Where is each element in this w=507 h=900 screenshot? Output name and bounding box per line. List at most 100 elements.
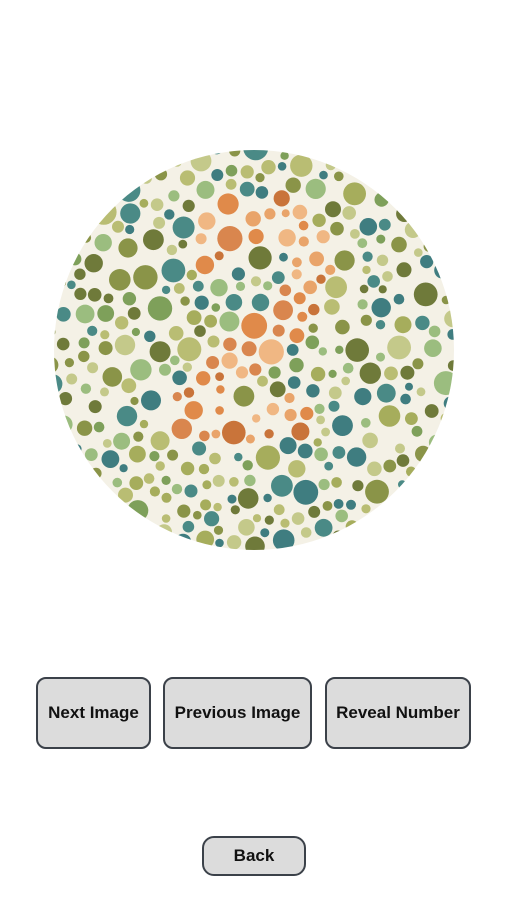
background-dot xyxy=(233,385,255,407)
figure-dot xyxy=(217,226,243,252)
background-dot xyxy=(250,276,262,287)
background-dot xyxy=(75,304,95,324)
background-dot xyxy=(279,252,288,262)
background-dot xyxy=(74,287,87,300)
background-dot xyxy=(227,494,237,504)
background-dot xyxy=(362,432,378,449)
figure-dot xyxy=(272,324,285,337)
background-dot xyxy=(424,404,439,418)
figure-dot xyxy=(235,366,249,379)
background-dot xyxy=(411,425,423,437)
background-dot xyxy=(239,181,255,197)
reveal-number-button[interactable]: Reveal Number xyxy=(325,677,471,749)
background-dot xyxy=(193,510,202,520)
figure-dot xyxy=(248,228,264,245)
background-dot xyxy=(335,345,344,354)
background-dot xyxy=(161,492,172,503)
background-dot xyxy=(56,307,71,322)
figure-dot xyxy=(258,339,284,365)
background-dot xyxy=(365,479,389,504)
back-button[interactable]: Back xyxy=(202,836,306,876)
background-dot xyxy=(335,319,350,335)
background-dot xyxy=(325,201,341,218)
figure-dot xyxy=(300,406,314,421)
background-dot xyxy=(140,172,152,184)
background-dot xyxy=(87,288,102,302)
background-dot xyxy=(98,341,113,356)
next-image-button[interactable]: Next Image xyxy=(36,677,151,749)
background-dot xyxy=(406,466,417,477)
background-dot xyxy=(150,431,170,451)
background-dot xyxy=(305,178,326,199)
background-dot xyxy=(198,463,210,475)
background-dot xyxy=(155,461,165,471)
background-dot xyxy=(255,186,269,199)
figure-dot xyxy=(184,401,203,420)
background-dot xyxy=(209,452,221,465)
background-dot xyxy=(118,238,138,258)
background-dot xyxy=(361,418,371,428)
background-dot xyxy=(325,276,347,299)
ishihara-dot-plate xyxy=(54,150,454,550)
figure-dot xyxy=(245,434,255,444)
background-dot xyxy=(354,388,372,406)
color-blindness-test-plate xyxy=(54,150,454,550)
background-dot xyxy=(161,285,171,295)
background-dot xyxy=(150,198,164,211)
background-dot xyxy=(424,339,442,357)
background-dot xyxy=(161,258,186,283)
background-dot xyxy=(168,190,180,202)
background-dot xyxy=(378,218,391,231)
background-dot xyxy=(156,524,172,540)
background-dot xyxy=(93,421,105,433)
figure-dot xyxy=(293,292,306,305)
background-dot xyxy=(306,384,320,398)
figure-dot xyxy=(222,420,246,445)
background-dot xyxy=(91,199,117,225)
background-dot xyxy=(131,327,140,337)
figure-dot xyxy=(199,430,210,442)
background-dot xyxy=(272,529,295,550)
figure-dot xyxy=(298,220,309,231)
background-dot xyxy=(87,325,98,336)
background-dot xyxy=(384,366,398,381)
background-dot xyxy=(305,335,320,350)
figure-dot xyxy=(266,402,280,416)
background-dot xyxy=(211,303,221,312)
background-dot xyxy=(231,267,245,281)
background-dot xyxy=(260,528,270,538)
background-dot xyxy=(139,419,149,429)
figure-dot xyxy=(249,363,262,376)
background-dot xyxy=(164,209,175,220)
background-dot xyxy=(359,362,381,384)
background-dot xyxy=(280,518,290,528)
background-dot xyxy=(383,459,397,473)
background-dot xyxy=(273,504,285,516)
background-dot xyxy=(324,461,334,471)
background-dot xyxy=(314,403,325,414)
background-dot xyxy=(235,281,246,291)
background-dot xyxy=(290,154,313,177)
background-dot xyxy=(102,367,123,387)
background-dot xyxy=(139,198,149,208)
background-dot xyxy=(321,427,330,437)
background-dot xyxy=(129,476,144,490)
background-dot xyxy=(119,464,128,473)
figure-dot xyxy=(297,311,308,322)
background-dot xyxy=(234,452,243,462)
background-dot xyxy=(182,362,192,372)
background-dot xyxy=(242,460,253,471)
background-dot xyxy=(428,434,445,451)
background-dot xyxy=(271,474,293,497)
background-dot xyxy=(192,280,204,292)
background-dot xyxy=(318,347,327,356)
background-dot xyxy=(177,504,191,518)
background-dot xyxy=(180,296,190,306)
background-dot xyxy=(161,514,171,523)
background-dot xyxy=(84,254,103,273)
background-dot xyxy=(64,358,74,368)
background-dot xyxy=(161,475,171,485)
previous-image-button[interactable]: Previous Image xyxy=(163,677,312,749)
figure-dot xyxy=(223,337,237,351)
background-dot xyxy=(359,218,378,236)
